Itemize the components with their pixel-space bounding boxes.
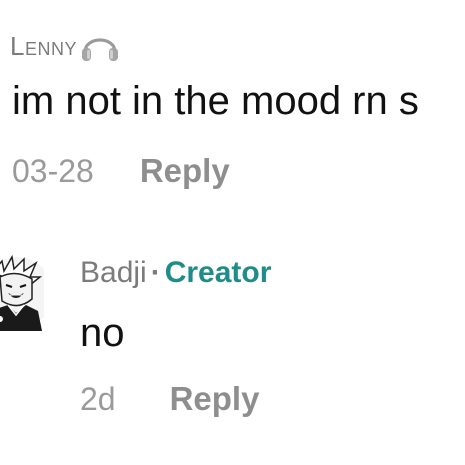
reply-author: Badji · Creator — [80, 254, 271, 292]
avatar[interactable] — [0, 255, 44, 331]
comments-panel: Lenny im not in the mood rn s 03-28 Repl… — [0, 0, 465, 465]
comment-author-name[interactable]: Lenny — [10, 31, 77, 61]
reply-date: 2d — [80, 381, 116, 417]
comment-text: im not in the mood rn s — [12, 79, 419, 123]
comment-meta: 03-28 Reply — [12, 152, 230, 190]
reply-author-name[interactable]: Badji — [80, 256, 147, 289]
reply-button[interactable]: Reply — [170, 380, 260, 418]
reply-meta: 2d Reply — [80, 380, 259, 418]
creator-badge: Creator — [164, 256, 272, 289]
comment-date: 03-28 — [12, 153, 94, 189]
comment-author[interactable]: Lenny — [10, 30, 121, 62]
reply-button[interactable]: Reply — [140, 152, 230, 190]
headphones-icon — [79, 28, 121, 62]
reply-text: no — [80, 311, 125, 355]
separator-dot: · — [150, 256, 161, 289]
